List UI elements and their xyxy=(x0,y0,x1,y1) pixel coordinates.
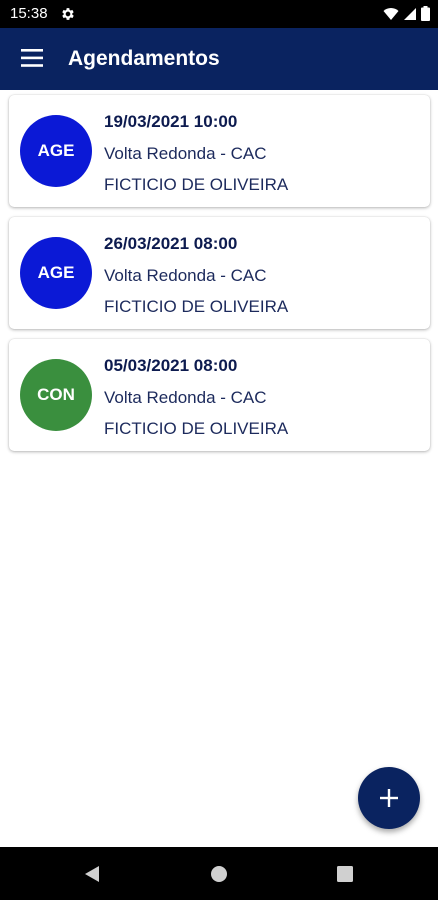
back-icon xyxy=(85,866,99,882)
home-icon xyxy=(211,866,227,882)
appointment-location: Volta Redonda - CAC xyxy=(104,266,267,285)
status-icons xyxy=(383,6,430,21)
wifi-icon xyxy=(383,7,399,20)
recents-button[interactable] xyxy=(333,862,357,886)
back-button[interactable] xyxy=(80,862,104,886)
appointment-card[interactable]: AGE 19/03/2021 10:00 Volta Redonda - CAC… xyxy=(9,95,430,207)
hamburger-menu-icon[interactable] xyxy=(21,49,43,67)
settings-icon xyxy=(62,8,74,20)
page-title: Agendamentos xyxy=(68,47,220,70)
status-badge-label: AGE xyxy=(37,263,75,282)
appointment-person-name: FICTICIO DE OLIVEIRA xyxy=(104,175,289,194)
appointment-datetime: 05/03/2021 08:00 xyxy=(104,356,238,375)
appointment-datetime: 19/03/2021 10:00 xyxy=(104,112,238,131)
appointment-location: Volta Redonda - CAC xyxy=(104,144,267,163)
status-time: 15:38 xyxy=(10,5,48,22)
add-appointment-button[interactable] xyxy=(358,767,420,829)
appointment-card[interactable]: CON 05/03/2021 08:00 Volta Redonda - CAC… xyxy=(9,339,430,451)
status-badge-avatar: AGE xyxy=(20,115,92,187)
appointment-person-name: FICTICIO DE OLIVEIRA xyxy=(104,419,289,438)
system-nav-bar xyxy=(0,847,438,900)
status-bar: 15:38 xyxy=(0,0,438,28)
home-button[interactable] xyxy=(207,862,231,886)
status-badge-label: AGE xyxy=(37,141,75,160)
appointment-location: Volta Redonda - CAC xyxy=(104,388,267,407)
status-badge-avatar: CON xyxy=(20,359,92,431)
appointment-datetime: 26/03/2021 08:00 xyxy=(104,234,238,253)
recents-icon xyxy=(337,866,353,882)
appointment-person-name: FICTICIO DE OLIVEIRA xyxy=(104,297,289,316)
appointment-card[interactable]: AGE 26/03/2021 08:00 Volta Redonda - CAC… xyxy=(9,217,430,329)
app-bar: Agendamentos xyxy=(0,28,438,90)
status-badge-avatar: AGE xyxy=(20,237,92,309)
plus-icon xyxy=(380,789,398,807)
status-badge-label: CON xyxy=(37,385,75,404)
signal-icon xyxy=(404,7,416,20)
battery-icon xyxy=(421,6,430,21)
